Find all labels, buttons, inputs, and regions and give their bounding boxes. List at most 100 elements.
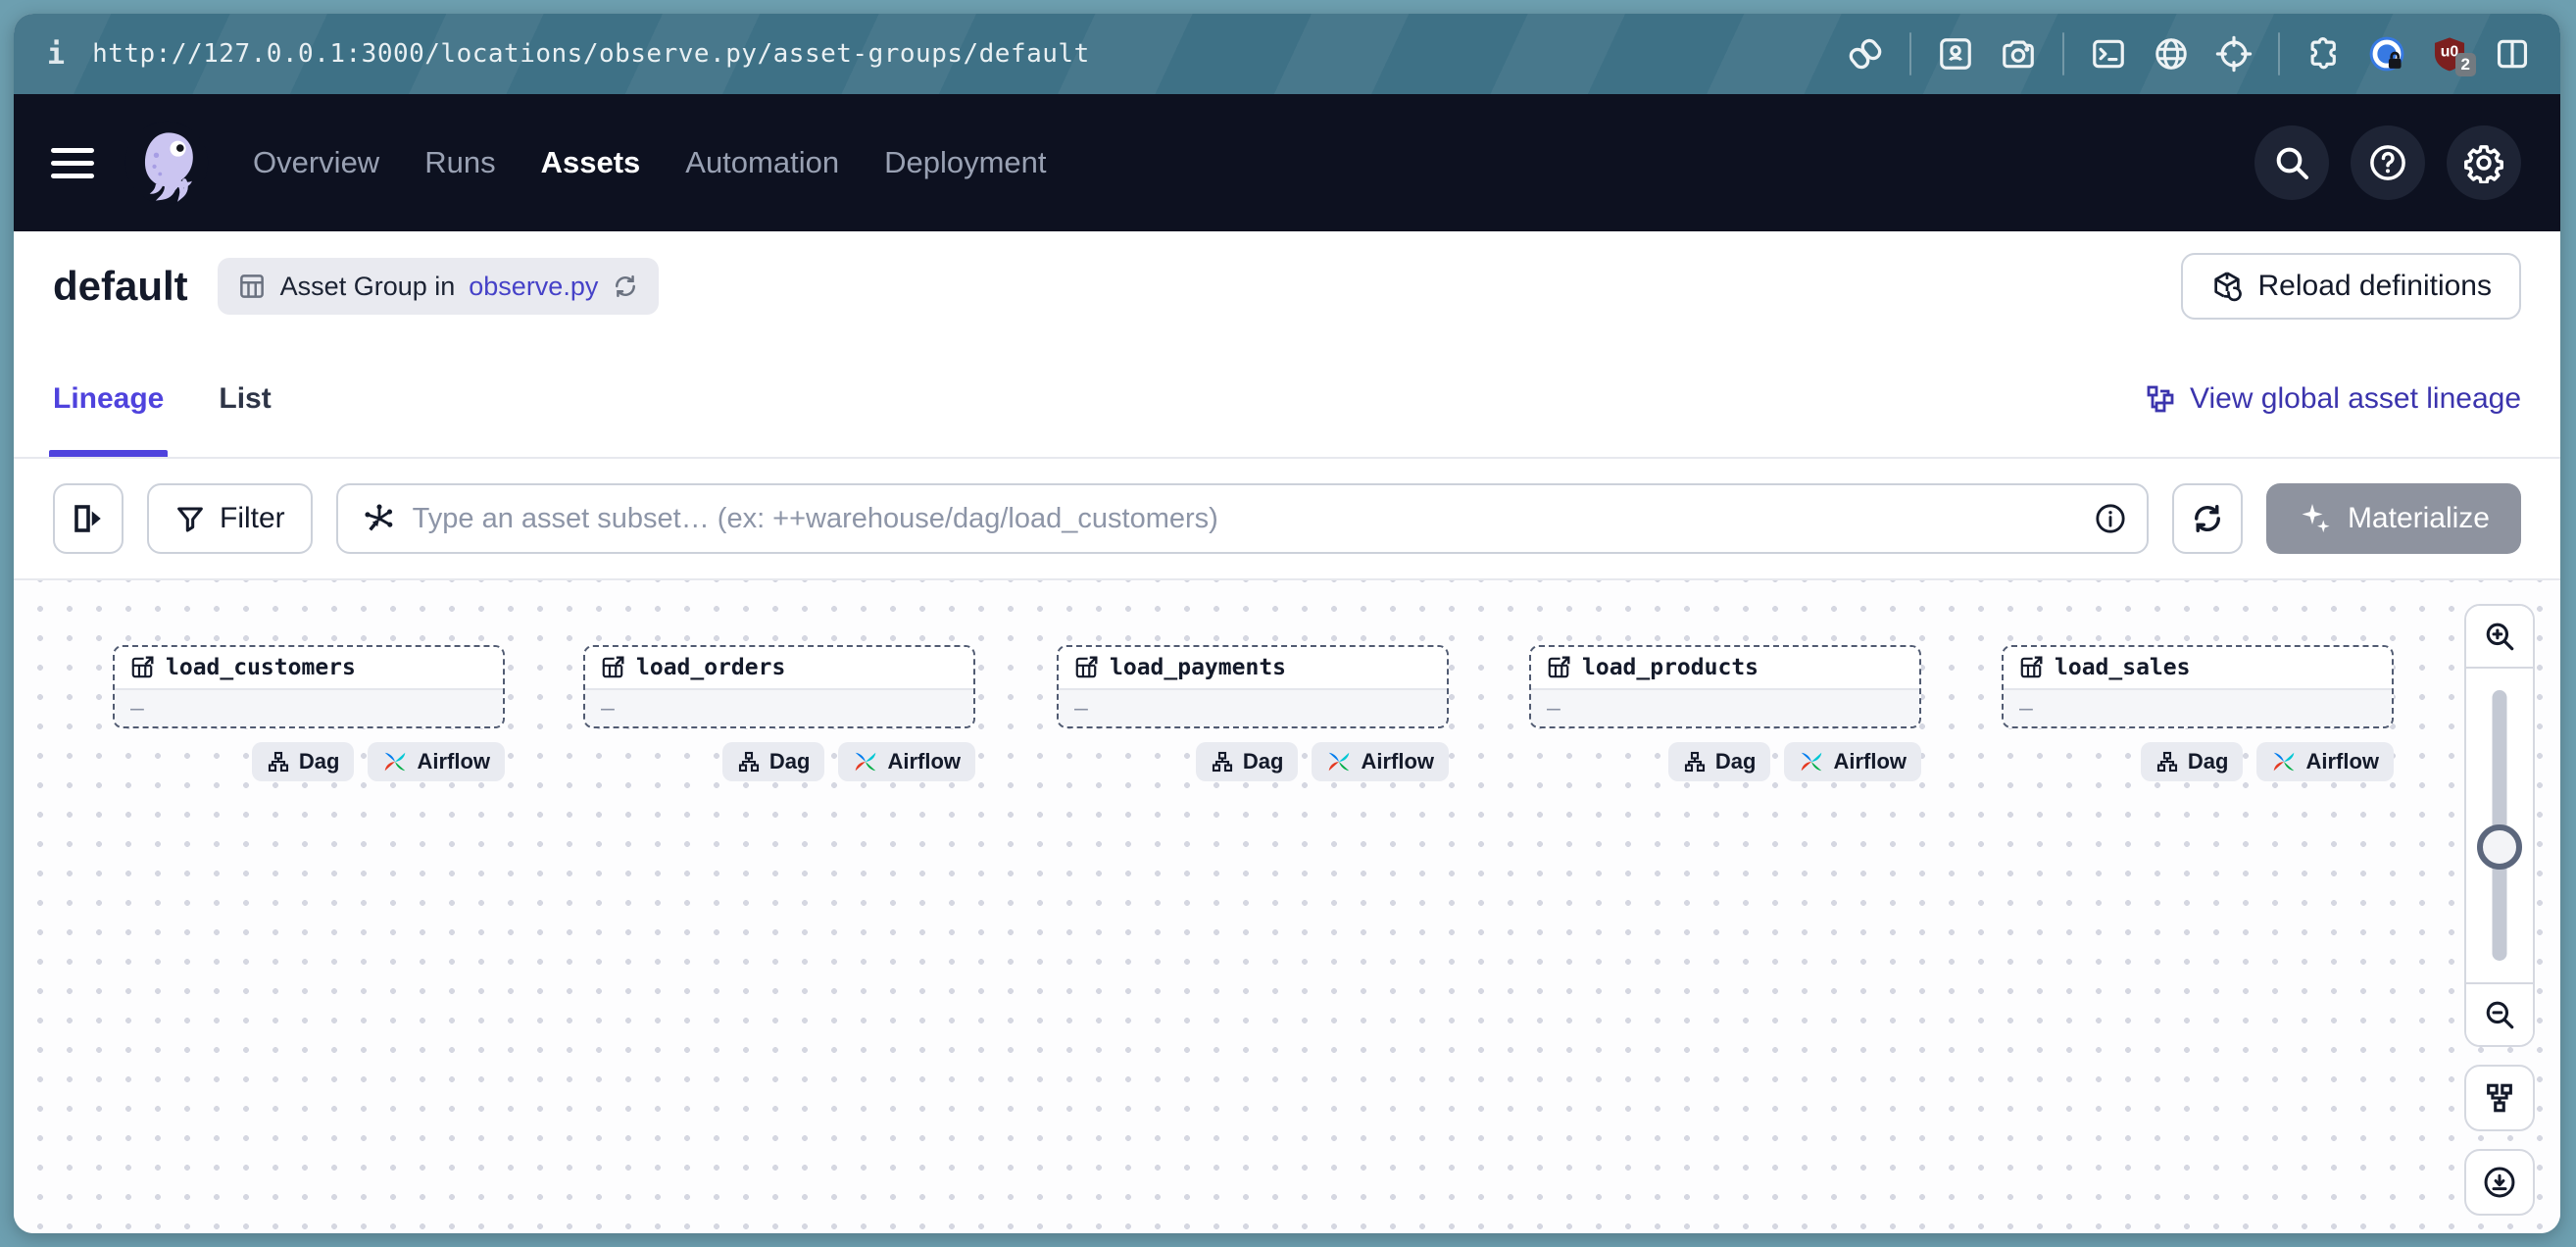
tag-airflow[interactable]: Airflow — [368, 742, 505, 781]
page-header: default Asset Group in observe.py Reload… — [14, 231, 2560, 341]
gear-icon — [2463, 142, 2504, 183]
browser-url-bar: i http://127.0.0.1:3000/locations/observ… — [14, 14, 2560, 94]
tag-label: Dag — [769, 749, 811, 774]
tag-dag[interactable]: Dag — [1668, 742, 1771, 781]
toolbar-separator — [2062, 32, 2064, 75]
terminal-icon[interactable] — [2090, 35, 2127, 73]
asset-node-load-products[interactable]: load_products – — [1529, 645, 1921, 728]
asset-status: – — [2019, 696, 2033, 722]
reload-cube-icon — [2210, 270, 2244, 303]
page-info-icon[interactable]: i — [47, 37, 65, 72]
asset-selection-icon — [362, 501, 397, 536]
canvas-controls — [2464, 604, 2535, 1216]
asset-node-load-sales[interactable]: load_sales – — [2002, 645, 2394, 728]
tabs-row: Lineage List View global asset lineage — [14, 341, 2560, 459]
settings-button[interactable] — [2447, 125, 2521, 200]
tag-label: Airflow — [1361, 749, 1434, 774]
materialize-label: Materialize — [2348, 502, 2490, 535]
zoom-slider[interactable] — [2466, 669, 2533, 982]
tab-list[interactable]: List — [219, 341, 271, 457]
expand-panel-button[interactable] — [53, 483, 124, 554]
asset-name: load_products — [1582, 655, 1759, 680]
page-title: default — [53, 263, 188, 310]
tag-airflow[interactable]: Airflow — [1312, 742, 1449, 781]
nav-item-runs[interactable]: Runs — [424, 145, 495, 180]
puzzle-icon[interactable] — [2305, 35, 2343, 73]
dag-icon — [267, 750, 290, 773]
asset-node-load-customers[interactable]: load_customers – — [113, 645, 505, 728]
nav-item-automation[interactable]: Automation — [685, 145, 839, 180]
table-icon — [237, 272, 267, 301]
info-icon[interactable] — [2094, 502, 2127, 535]
search-button[interactable] — [2254, 125, 2329, 200]
view-global-asset-lineage-label: View global asset lineage — [2190, 382, 2521, 416]
graph-layout-icon — [2483, 1081, 2516, 1115]
nav-item-deployment[interactable]: Deployment — [884, 145, 1046, 180]
tag-dag[interactable]: Dag — [2141, 742, 2244, 781]
zoom-in-button[interactable] — [2466, 606, 2533, 669]
toolbar-separator — [1909, 32, 1911, 75]
tag-dag[interactable]: Dag — [722, 742, 825, 781]
tag-label: Airflow — [2305, 749, 2379, 774]
tag-dag[interactable]: Dag — [1196, 742, 1299, 781]
asset-node-load-orders[interactable]: load_orders – — [583, 645, 975, 728]
camera-icon[interactable] — [2000, 35, 2037, 73]
asset-name: load_payments — [1110, 655, 1286, 680]
refresh-graph-button[interactable] — [2172, 483, 2243, 554]
asset-node-load-payments[interactable]: load_payments – — [1057, 645, 1449, 728]
view-global-asset-lineage-link[interactable]: View global asset lineage — [2145, 382, 2521, 416]
sparkles-icon — [2298, 501, 2333, 536]
refresh-icon[interactable] — [612, 273, 639, 300]
code-location-link[interactable]: observe.py — [469, 272, 598, 302]
reload-definitions-button[interactable]: Reload definitions — [2181, 253, 2522, 320]
airflow-icon — [853, 749, 878, 774]
ublock-badge: 2 — [2455, 53, 2476, 76]
materialize-button[interactable]: Materialize — [2266, 483, 2521, 554]
external-asset-icon — [1073, 655, 1099, 680]
nav-item-overview[interactable]: Overview — [253, 145, 379, 180]
external-asset-icon — [129, 655, 155, 680]
rearrange-graph-button[interactable] — [2464, 1065, 2535, 1131]
split-view-icon[interactable] — [2494, 35, 2531, 73]
lineage-canvas[interactable]: load_customers – Dag Airflow — [14, 580, 2560, 1233]
external-asset-icon — [2018, 655, 2044, 680]
zoom-out-button[interactable] — [2466, 982, 2533, 1045]
reload-definitions-label: Reload definitions — [2258, 270, 2493, 303]
ublock-icon[interactable]: u0 2 — [2431, 35, 2468, 73]
dag-icon — [737, 750, 761, 773]
tag-airflow[interactable]: Airflow — [838, 742, 975, 781]
asset-status: – — [1074, 696, 1088, 722]
crosshair-icon[interactable] — [2215, 35, 2253, 73]
nav-item-assets[interactable]: Assets — [541, 145, 641, 180]
panel-expand-icon — [71, 501, 106, 536]
filter-button[interactable]: Filter — [147, 483, 313, 554]
image-icon[interactable] — [1937, 35, 1974, 73]
onepassword-icon[interactable] — [2368, 35, 2405, 73]
tag-label: Airflow — [1833, 749, 1907, 774]
tag-label: Dag — [299, 749, 340, 774]
asset-tags: Dag Airflow — [1529, 742, 1921, 781]
toolbar-separator — [2278, 32, 2280, 75]
tab-lineage[interactable]: Lineage — [53, 341, 164, 457]
link-icon[interactable] — [1847, 35, 1884, 73]
asset-subset-input[interactable] — [413, 503, 2123, 535]
asset-name: load_orders — [636, 655, 785, 680]
filter-label: Filter — [220, 502, 285, 535]
dagster-logo[interactable] — [122, 118, 212, 208]
globe-icon[interactable] — [2153, 35, 2190, 73]
tag-airflow[interactable]: Airflow — [1784, 742, 1921, 781]
menu-icon[interactable] — [51, 141, 94, 184]
airflow-icon — [382, 749, 408, 774]
tag-dag[interactable]: Dag — [252, 742, 355, 781]
asset-status: – — [601, 696, 615, 722]
zoom-slider-handle[interactable] — [2477, 824, 2522, 870]
download-image-button[interactable] — [2464, 1149, 2535, 1216]
search-icon — [2272, 143, 2311, 182]
nav-links: Overview Runs Assets Automation Deployme… — [253, 145, 1047, 180]
tag-label: Airflow — [417, 749, 490, 774]
help-button[interactable] — [2351, 125, 2425, 200]
url-field[interactable]: http://127.0.0.1:3000/locations/observe.… — [92, 39, 1847, 69]
tag-airflow[interactable]: Airflow — [2256, 742, 2394, 781]
download-icon — [2482, 1165, 2517, 1200]
asset-tags: Dag Airflow — [113, 742, 505, 781]
